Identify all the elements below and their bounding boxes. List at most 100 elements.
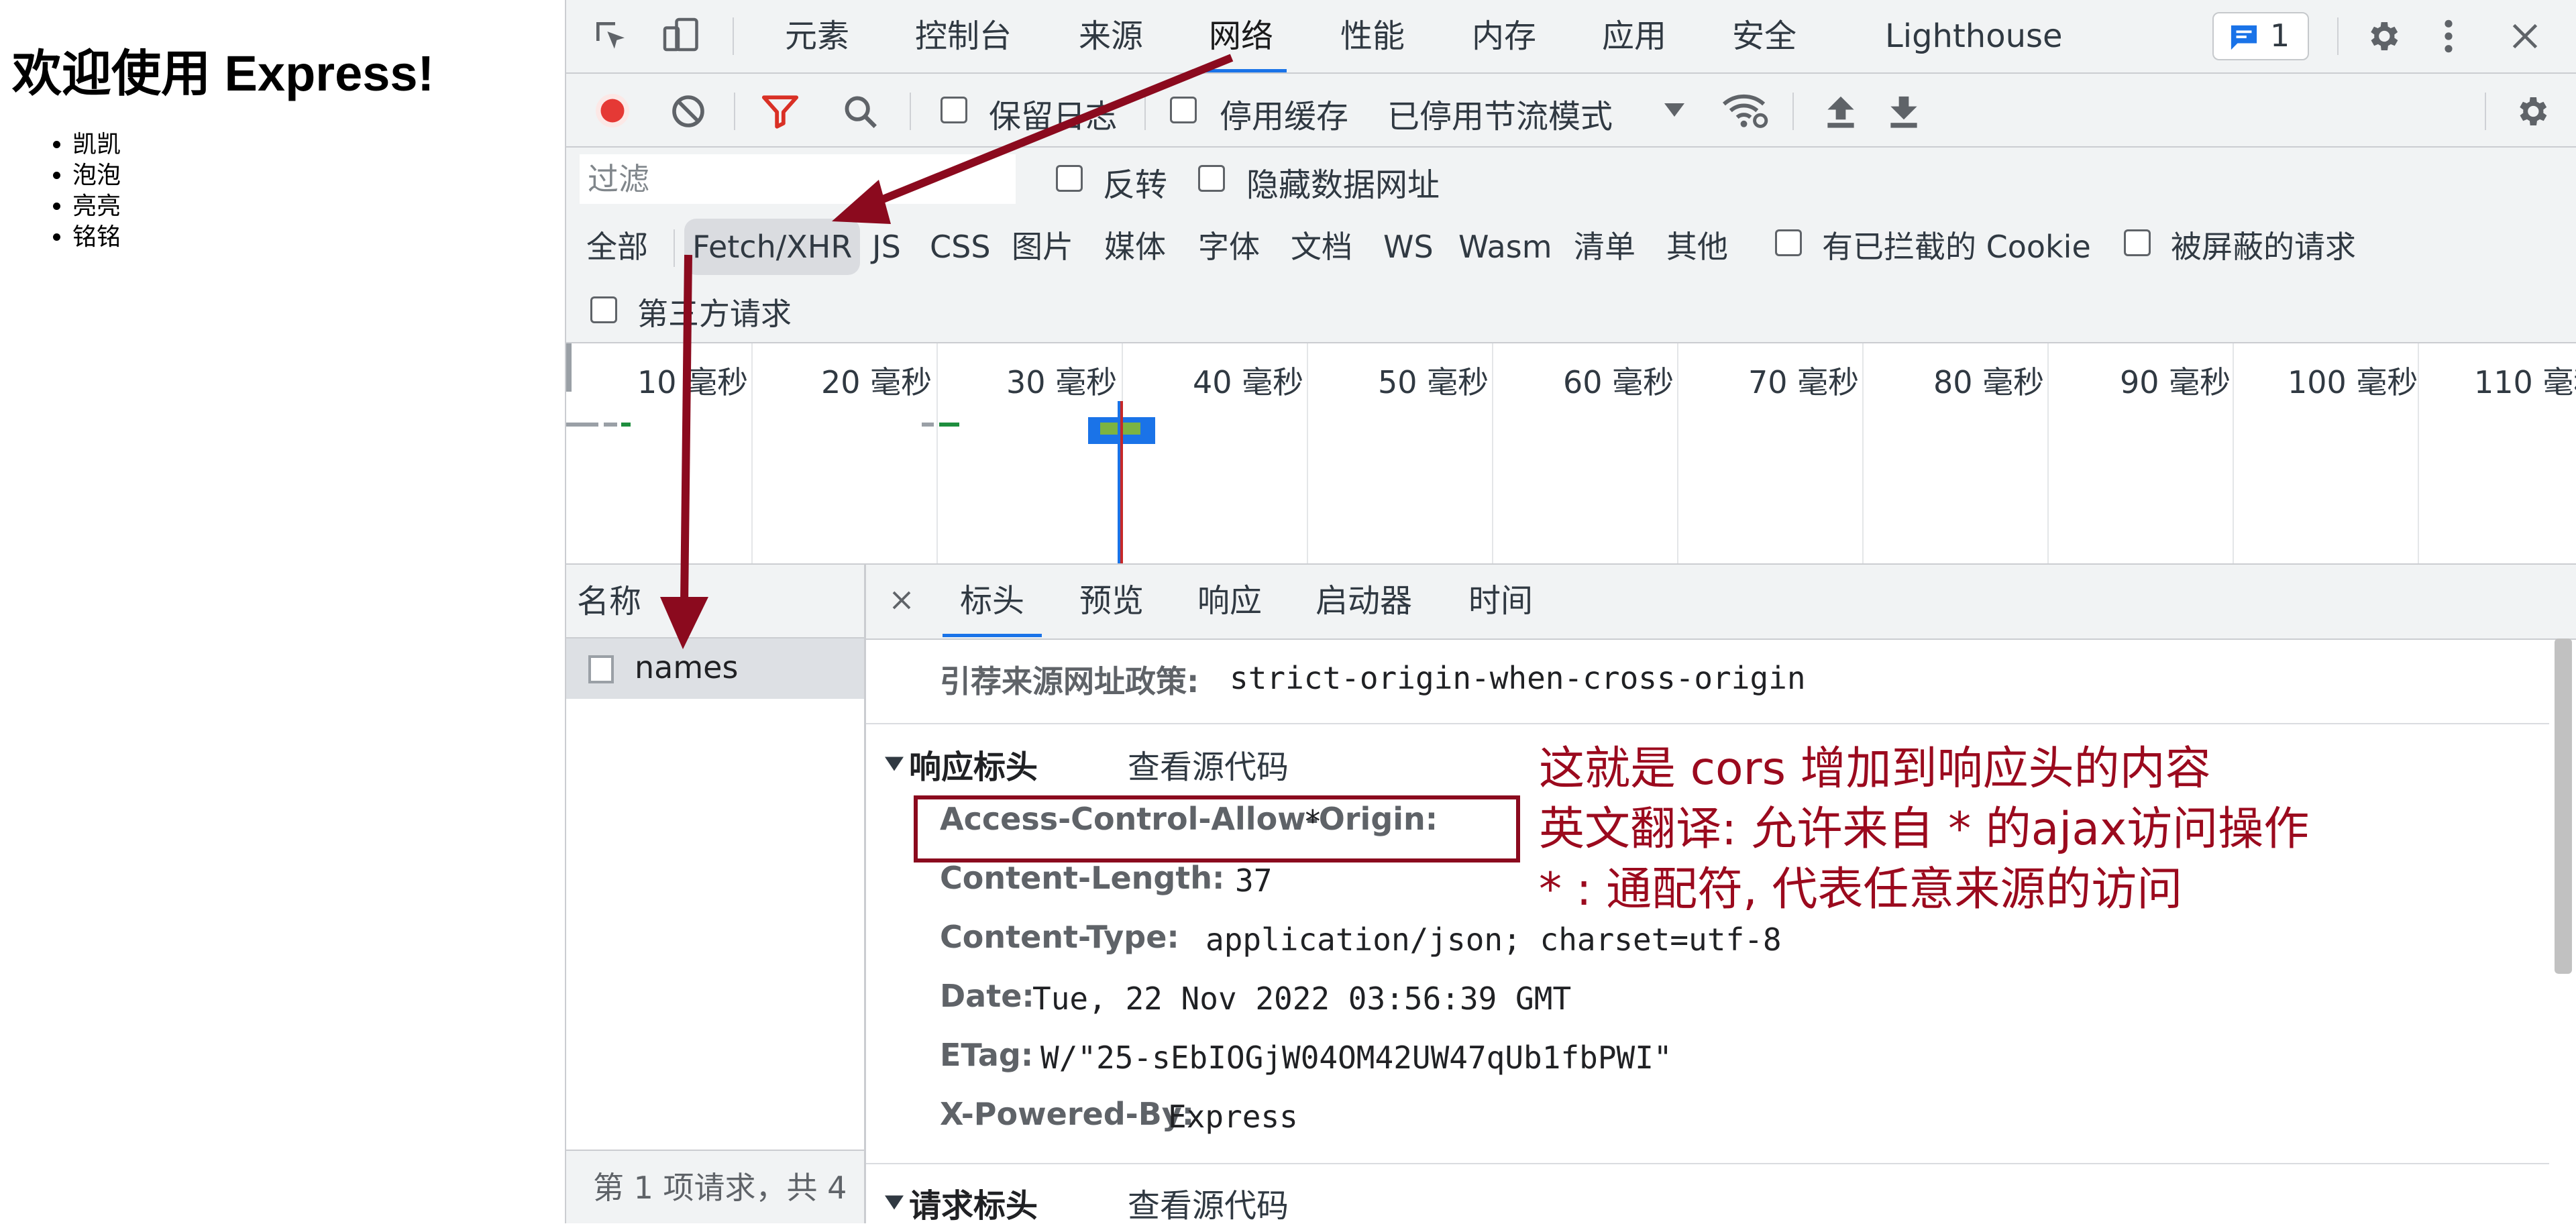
tab-elements[interactable]: 元素	[785, 0, 849, 72]
type-css[interactable]: CSS	[930, 219, 991, 275]
hide-data-urls-label: 隐藏数据网址	[1246, 166, 1440, 204]
tab-sources[interactable]: 来源	[1079, 0, 1143, 72]
timeline-tick: 60 毫秒	[1563, 364, 1674, 400]
network-settings-gear-icon[interactable]	[2510, 90, 2553, 133]
request-headers-title: 请求标头	[909, 1187, 1038, 1225]
type-img[interactable]: 图片	[1012, 219, 1073, 275]
list-item: 凯凯	[72, 129, 121, 160]
timeline-tick: 40 毫秒	[1193, 364, 1304, 400]
settings-gear-icon[interactable]	[2361, 15, 2404, 58]
tab-security[interactable]: 安全	[1732, 0, 1796, 72]
header-value: Tue, 22 Nov 2022 03:56:39 GMT	[1032, 981, 1572, 1017]
triangle-down-icon	[885, 757, 904, 771]
timeline-tick: 50 毫秒	[1378, 364, 1489, 400]
request-row-names[interactable]: names	[566, 638, 864, 699]
panel-tabbar: 元素 控制台 来源 网络 性能 内存 应用 安全 Lighthouse 1	[566, 0, 2576, 74]
header-key: Content-Length:	[940, 860, 1225, 896]
tab-response[interactable]: 响应	[1197, 565, 1262, 637]
tab-application[interactable]: 应用	[1602, 0, 1666, 72]
type-fetch-xhr[interactable]: Fetch/XHR	[684, 219, 861, 275]
device-toolbar-icon[interactable]	[660, 15, 703, 58]
highlight-box	[914, 795, 1520, 862]
tab-timing[interactable]: 时间	[1468, 565, 1533, 637]
express-page: 欢迎使用 Express! 凯凯 泡泡 亮亮 铭铭	[0, 0, 565, 1223]
header-value: Express	[1168, 1099, 1298, 1135]
view-source-link[interactable]: 查看源代码	[1128, 1179, 1289, 1226]
invert-checkbox[interactable]	[1056, 165, 1083, 192]
inspect-element-icon[interactable]	[590, 16, 631, 56]
overview-bar	[604, 423, 617, 427]
type-ws[interactable]: WS	[1383, 219, 1434, 275]
tab-lighthouse[interactable]: Lighthouse	[1885, 0, 2063, 72]
timeline-tick: 110 毫秒	[2474, 364, 2576, 400]
network-conditions-icon[interactable]	[1719, 87, 1772, 134]
network-toolbar: 保留日志 停用缓存 已停用节流模式	[566, 74, 2576, 148]
more-options-icon[interactable]	[2435, 15, 2462, 58]
third-party-row: 第三方请求	[566, 284, 2576, 343]
list-item: 泡泡	[72, 160, 121, 190]
search-icon[interactable]	[840, 91, 881, 133]
annotation-line: 英文翻译: 允许来自 * 的ajax访问操作	[1539, 803, 2310, 856]
page-heading: 欢迎使用 Express!	[12, 46, 435, 101]
triangle-down-icon	[885, 1195, 904, 1210]
type-wasm[interactable]: Wasm	[1458, 219, 1552, 275]
network-overview[interactable]: 10 毫秒 20 毫秒 30 毫秒 40 毫秒 50 毫秒 60 毫秒 70 毫…	[566, 343, 2576, 565]
type-media[interactable]: 媒体	[1104, 219, 1166, 275]
tab-initiator[interactable]: 启动器	[1316, 565, 1412, 637]
issues-button[interactable]: 1	[2212, 12, 2309, 60]
annotation-line: 这就是 cors 增加到响应头的内容	[1539, 742, 2211, 795]
list-item: 铭铭	[72, 221, 121, 252]
request-list: 名称 names 第 1 项请求，共 4	[566, 565, 866, 1223]
overview-bar	[566, 423, 598, 427]
tab-headers[interactable]: 标头	[942, 565, 1042, 637]
tab-memory[interactable]: 内存	[1472, 0, 1536, 72]
blocked-requests-label: 被屏蔽的请求	[2171, 229, 2356, 265]
disable-cache-checkbox[interactable]	[1170, 97, 1197, 123]
type-all[interactable]: 全部	[586, 219, 648, 275]
invert-label: 反转	[1103, 166, 1168, 204]
timeline-tick: 10 毫秒	[637, 364, 749, 400]
timeline-tick: 30 毫秒	[1006, 364, 1118, 400]
tab-network[interactable]: 网络	[1195, 0, 1287, 72]
issues-count: 1	[2270, 17, 2290, 54]
tab-console[interactable]: 控制台	[915, 0, 1012, 72]
type-manifest[interactable]: 清单	[1574, 219, 1635, 275]
throttling-select[interactable]: 已停用节流模式	[1387, 90, 1613, 137]
name-column-header[interactable]: 名称	[566, 565, 864, 638]
record-icon[interactable]	[592, 90, 633, 131]
resource-type-filter: 全部 Fetch/XHR JS CSS 图片 媒体 字体 文档 WS Wasm …	[566, 211, 2576, 284]
type-js[interactable]: JS	[872, 219, 901, 275]
export-har-icon[interactable]	[1885, 91, 1923, 131]
preserve-log-checkbox[interactable]	[941, 97, 967, 123]
view-source-link[interactable]: 查看源代码	[1128, 740, 1289, 787]
hide-data-urls-checkbox[interactable]	[1198, 165, 1225, 192]
overview-bar	[621, 423, 631, 427]
blocked-requests-checkbox[interactable]	[2124, 229, 2151, 256]
close-details-icon[interactable]	[886, 585, 917, 616]
import-har-icon[interactable]	[1822, 91, 1860, 131]
type-other[interactable]: 其他	[1666, 219, 1728, 275]
names-list: 凯凯 泡泡 亮亮 铭铭	[40, 129, 121, 252]
type-font[interactable]: 字体	[1198, 219, 1260, 275]
chevron-down-icon[interactable]	[1661, 97, 1688, 123]
type-doc[interactable]: 文档	[1291, 219, 1352, 275]
header-key: X-Powered-By:	[940, 1096, 1195, 1132]
tab-performance[interactable]: 性能	[1340, 0, 1405, 72]
overview-handle[interactable]	[566, 343, 572, 392]
close-devtools-icon[interactable]	[2505, 16, 2545, 56]
filter-input[interactable]	[580, 154, 1016, 204]
clear-icon[interactable]	[668, 91, 708, 131]
blocked-cookies-checkbox[interactable]	[1775, 229, 1802, 256]
filter-icon[interactable]	[759, 91, 801, 133]
details-scrollbar[interactable]	[2555, 638, 2572, 974]
header-key: 引荐来源网址政策:	[940, 663, 1199, 700]
third-party-checkbox[interactable]	[590, 296, 617, 323]
list-item: 亮亮	[72, 190, 121, 221]
overview-bar	[922, 423, 934, 427]
devtools: 元素 控制台 来源 网络 性能 内存 应用 安全 Lighthouse 1 保留…	[565, 0, 2576, 1226]
load-line	[1120, 401, 1123, 563]
third-party-label: 第三方请求	[637, 296, 792, 332]
tab-preview[interactable]: 预览	[1079, 565, 1144, 637]
timeline-tick: 20 毫秒	[821, 364, 932, 400]
timeline-tick: 80 毫秒	[1933, 364, 2045, 400]
